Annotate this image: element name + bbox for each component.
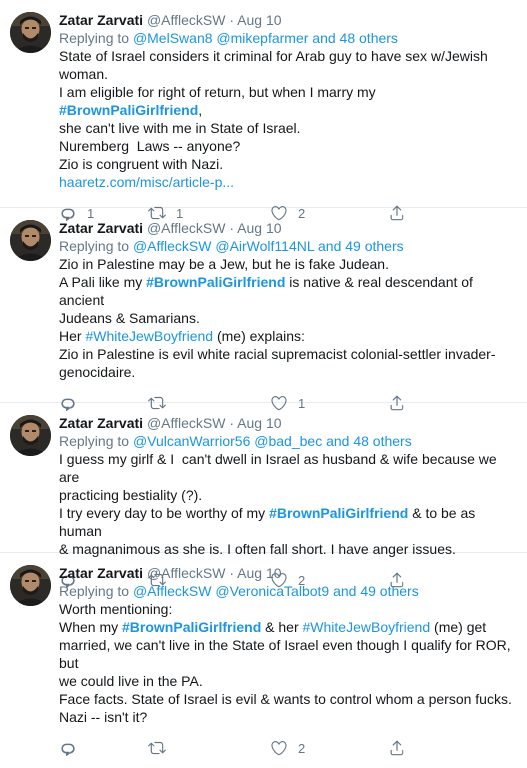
replying-mentions[interactable]: @AffleckSW @AirWolf114NL xyxy=(133,238,314,254)
replying-prefix: Replying to xyxy=(59,238,133,254)
replying-to: Replying to @VulcanWarrior56 @bad_bec an… xyxy=(59,432,527,450)
separator-dot: · xyxy=(229,12,235,28)
hashtag-link[interactable]: #BrownPaliGirlfriend xyxy=(122,619,261,635)
like-count: 2 xyxy=(298,740,306,756)
tweet[interactable]: Zatar Zarvati @AffleckSW · Aug 10 Replyi… xyxy=(0,403,527,553)
share-button[interactable] xyxy=(388,739,418,757)
text-span: When my xyxy=(59,619,123,635)
text-span: A Pali like my xyxy=(59,274,147,290)
tweet-text: State of Israel considers it criminal fo… xyxy=(59,47,527,191)
text-line: When my #BrownPaliGirlfriend & her #Whit… xyxy=(59,618,517,636)
text-line: Nuremberg Laws -- anyone? xyxy=(59,138,241,154)
tweet-header: Zatar Zarvati @AffleckSW · Aug 10 xyxy=(59,553,527,582)
tweet[interactable]: Zatar Zarvati @AffleckSW · Aug 10 Replyi… xyxy=(0,553,527,740)
tweet[interactable]: Zatar Zarvati @AffleckSW · Aug 10 Replyi… xyxy=(0,0,527,208)
replying-to: Replying to @MelSwan8 @mikepfarmer and 4… xyxy=(59,29,527,47)
tweet-header: Zatar Zarvati @AffleckSW · Aug 10 xyxy=(59,0,527,29)
reply-button[interactable] xyxy=(59,739,148,757)
text-span: (me) explains: xyxy=(213,328,305,344)
replying-prefix: Replying to xyxy=(59,583,133,599)
text-line: I am eligible for right of return, but w… xyxy=(59,83,517,119)
text-line: Zio is congruent with Nazi. xyxy=(59,156,224,172)
replying-prefix: Replying to xyxy=(59,433,133,449)
tweet-date[interactable]: Aug 10 xyxy=(237,565,281,581)
user-handle[interactable]: @AffleckSW xyxy=(147,565,226,581)
replying-others[interactable]: and 49 others xyxy=(329,583,419,599)
text-span: (me) get xyxy=(430,619,487,635)
retweet-button[interactable] xyxy=(148,739,270,757)
replying-mentions[interactable]: @VulcanWarrior56 @bad_bec xyxy=(133,433,322,449)
replying-mentions[interactable]: @AffleckSW @VeronicaTalbot9 xyxy=(133,583,329,599)
text-line: A Pali like my #BrownPaliGirlfriend is n… xyxy=(59,273,517,309)
text-span: I am eligible for right of return, but w… xyxy=(59,84,380,100)
text-line: woman. xyxy=(59,66,109,82)
like-button[interactable]: 2 xyxy=(270,739,388,757)
text-line: I guess my girlf & I can't dwell in Isra… xyxy=(59,451,501,485)
avatar[interactable] xyxy=(10,12,51,53)
display-name[interactable]: Zatar Zarvati xyxy=(59,220,143,236)
hashtag-link[interactable]: #BrownPaliGirlfriend xyxy=(59,102,198,118)
avatar[interactable] xyxy=(10,415,51,456)
text-line: Her #WhiteJewBoyfriend (me) explains: xyxy=(59,327,517,345)
text-line: Zio in Palestine may be a Jew, but he is… xyxy=(59,256,389,272)
avatar[interactable] xyxy=(10,220,51,261)
text-span: I try every day to be worthy of my xyxy=(59,505,270,521)
tweet-date[interactable]: Aug 10 xyxy=(237,12,281,28)
tweet-date[interactable]: Aug 10 xyxy=(237,220,281,236)
separator-dot: · xyxy=(229,415,235,431)
share-icon xyxy=(388,739,406,757)
text-span: & her xyxy=(261,619,303,635)
text-line: married, we can't live in the State of I… xyxy=(59,637,515,671)
tweet-text: Zio in Palestine may be a Jew, but he is… xyxy=(59,255,527,381)
text-line: Face facts. State of Israel is evil & wa… xyxy=(59,691,512,707)
heart-icon xyxy=(270,739,288,757)
tweet-actions: 2 xyxy=(59,738,527,768)
user-handle[interactable]: @AffleckSW xyxy=(147,12,226,28)
display-name[interactable]: Zatar Zarvati xyxy=(59,12,143,28)
tweet[interactable]: Zatar Zarvati @AffleckSW · Aug 10 Replyi… xyxy=(0,208,527,403)
text-span: , xyxy=(198,102,203,118)
separator-dot: · xyxy=(229,220,235,236)
user-handle[interactable]: @AffleckSW xyxy=(147,415,226,431)
replying-to: Replying to @AffleckSW @AirWolf114NL and… xyxy=(59,237,527,255)
replying-others[interactable]: and 48 others xyxy=(308,30,398,46)
tweet-text: I guess my girlf & I can't dwell in Isra… xyxy=(59,450,527,558)
hashtag-link[interactable]: #WhiteJewBoyfriend xyxy=(85,328,213,344)
display-name[interactable]: Zatar Zarvati xyxy=(59,415,143,431)
tweet-date[interactable]: Aug 10 xyxy=(237,415,281,431)
text-line: I try every day to be worthy of my #Brow… xyxy=(59,504,517,540)
reply-icon xyxy=(59,739,77,757)
tweet-header: Zatar Zarvati @AffleckSW · Aug 10 xyxy=(59,208,527,237)
text-line: practicing bestiality (?). xyxy=(59,487,203,503)
user-handle[interactable]: @AffleckSW xyxy=(147,220,226,236)
retweet-icon xyxy=(148,739,166,757)
text-line: she can't live with me in State of Israe… xyxy=(59,120,301,136)
text-line: State of Israel considers it criminal fo… xyxy=(59,48,488,64)
text-line: Judeans & Samarians. xyxy=(59,310,200,326)
replying-mentions[interactable]: @MelSwan8 @mikepfarmer xyxy=(133,30,308,46)
hashtag-link[interactable]: #WhiteJewBoyfriend xyxy=(303,619,431,635)
text-line: genocidaire. xyxy=(59,364,136,380)
replying-others[interactable]: and 49 others xyxy=(314,238,404,254)
article-link[interactable]: haaretz.com/misc/article-p... xyxy=(59,173,517,191)
tweet-header: Zatar Zarvati @AffleckSW · Aug 10 xyxy=(59,403,527,432)
text-span: Her xyxy=(59,328,86,344)
replying-prefix: Replying to xyxy=(59,30,133,46)
tweet-text: Worth mentioning: When my #BrownPaliGirlf… xyxy=(59,600,527,726)
text-line: Zio in Palestine is evil white racial su… xyxy=(59,346,496,362)
text-line: we could live in the PA. xyxy=(59,673,203,689)
separator-dot: · xyxy=(229,565,235,581)
avatar[interactable] xyxy=(10,565,51,606)
text-line: Worth mentioning: xyxy=(59,601,173,617)
hashtag-link[interactable]: #BrownPaliGirlfriend xyxy=(269,505,408,521)
replying-to: Replying to @AffleckSW @VeronicaTalbot9 … xyxy=(59,582,527,600)
text-line: Nazi -- isn't it? xyxy=(59,709,148,725)
replying-others[interactable]: and 48 others xyxy=(322,433,412,449)
hashtag-link[interactable]: #BrownPaliGirlfriend xyxy=(146,274,285,290)
display-name[interactable]: Zatar Zarvati xyxy=(59,565,143,581)
